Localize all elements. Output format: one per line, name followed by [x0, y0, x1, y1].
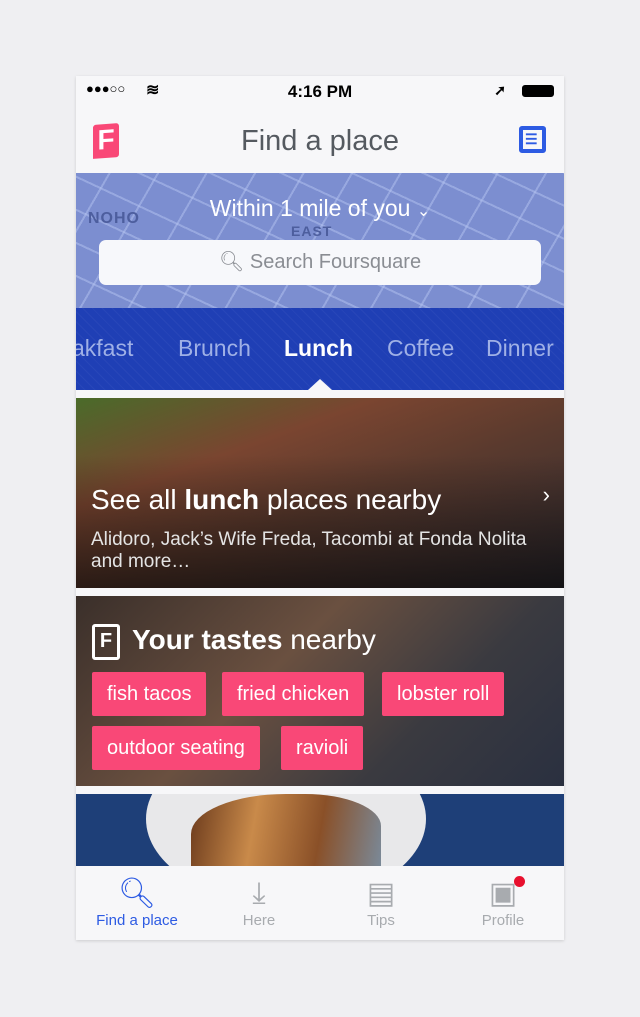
- category-breakfast[interactable]: akfast: [76, 335, 133, 362]
- selected-caret: [308, 379, 332, 390]
- map-header[interactable]: NOHO EAST Within 1 mile of you ⌄ 🔍︎ Sear…: [76, 173, 564, 308]
- chevron-right-icon: ›: [542, 482, 550, 507]
- taste-tag[interactable]: outdoor seating: [92, 726, 260, 770]
- lunch-title: See all lunch places nearby: [91, 484, 442, 515]
- map-label: EAST: [291, 223, 333, 239]
- tab-find-a-place[interactable]: 🔍︎ Find a place: [76, 866, 198, 940]
- tastes-title: Your tastes nearby: [132, 624, 376, 655]
- phone-screen: ●●●○○ ≋ 4:16 PM ➚ F Find a place ☰ NOHO …: [76, 76, 564, 940]
- foursquare-logo-icon: F: [92, 624, 120, 660]
- taste-tag[interactable]: fish tacos: [92, 672, 207, 716]
- nav-bar: F Find a place ☰: [76, 107, 564, 173]
- tips-icon: ▤: [366, 877, 396, 910]
- compose-icon[interactable]: ☰: [519, 126, 546, 153]
- category-bar[interactable]: akfast Brunch Lunch Coffee Dinner: [76, 308, 564, 390]
- search-icon: 🔍︎: [218, 251, 245, 273]
- profile-icon: ▣: [488, 877, 518, 910]
- status-time: 4:16 PM: [287, 82, 353, 101]
- lunch-card[interactable]: See all lunch places nearby Alidoro, Jac…: [76, 398, 564, 588]
- notification-badge: [514, 876, 525, 887]
- chevron-down-icon: ⌄: [416, 203, 431, 220]
- tab-profile[interactable]: ▣ Profile: [442, 866, 564, 940]
- tab-bar: 🔍︎ Find a place ⤓ Here ▤ Tips ▣ Profile: [76, 866, 564, 940]
- status-bar: ●●●○○ ≋ 4:16 PM ➚: [76, 76, 564, 107]
- page-title: Find a place: [241, 125, 399, 157]
- tab-label: Tips: [367, 912, 395, 929]
- fish-image: [191, 794, 381, 866]
- radius-dropdown[interactable]: Within 1 mile of you ⌄: [76, 195, 564, 222]
- tab-label: Find a place: [96, 912, 178, 929]
- category-coffee[interactable]: Coffee: [387, 335, 454, 362]
- download-arrow-icon: ⤓: [252, 877, 266, 910]
- tab-here[interactable]: ⤓ Here: [198, 866, 320, 940]
- category-brunch[interactable]: Brunch: [178, 335, 251, 362]
- tab-label: Here: [242, 912, 276, 929]
- category-dinner[interactable]: Dinner: [486, 335, 554, 362]
- taste-tag[interactable]: lobster roll: [382, 672, 505, 716]
- category-lunch[interactable]: Lunch: [284, 335, 353, 362]
- taste-tag[interactable]: ravioli: [281, 726, 364, 770]
- tastes-card[interactable]: F Your tastes nearby fish tacos fried ch…: [76, 596, 564, 786]
- lunch-subtitle: Alidoro, Jack’s Wife Freda, Tacombi at F…: [91, 529, 527, 572]
- location-arrow-icon: ➚: [494, 82, 506, 98]
- search-icon: 🔍︎: [117, 877, 157, 910]
- radius-label: Within 1 mile of you: [209, 195, 411, 221]
- taste-tag[interactable]: fried chicken: [222, 672, 365, 716]
- search-input[interactable]: 🔍︎ Search Foursquare: [99, 240, 541, 285]
- battery-icon: [522, 85, 554, 97]
- search-placeholder: Search Foursquare: [249, 251, 422, 273]
- tab-tips[interactable]: ▤ Tips: [320, 866, 442, 940]
- tab-label: Profile: [481, 912, 525, 929]
- food-card[interactable]: [76, 794, 564, 866]
